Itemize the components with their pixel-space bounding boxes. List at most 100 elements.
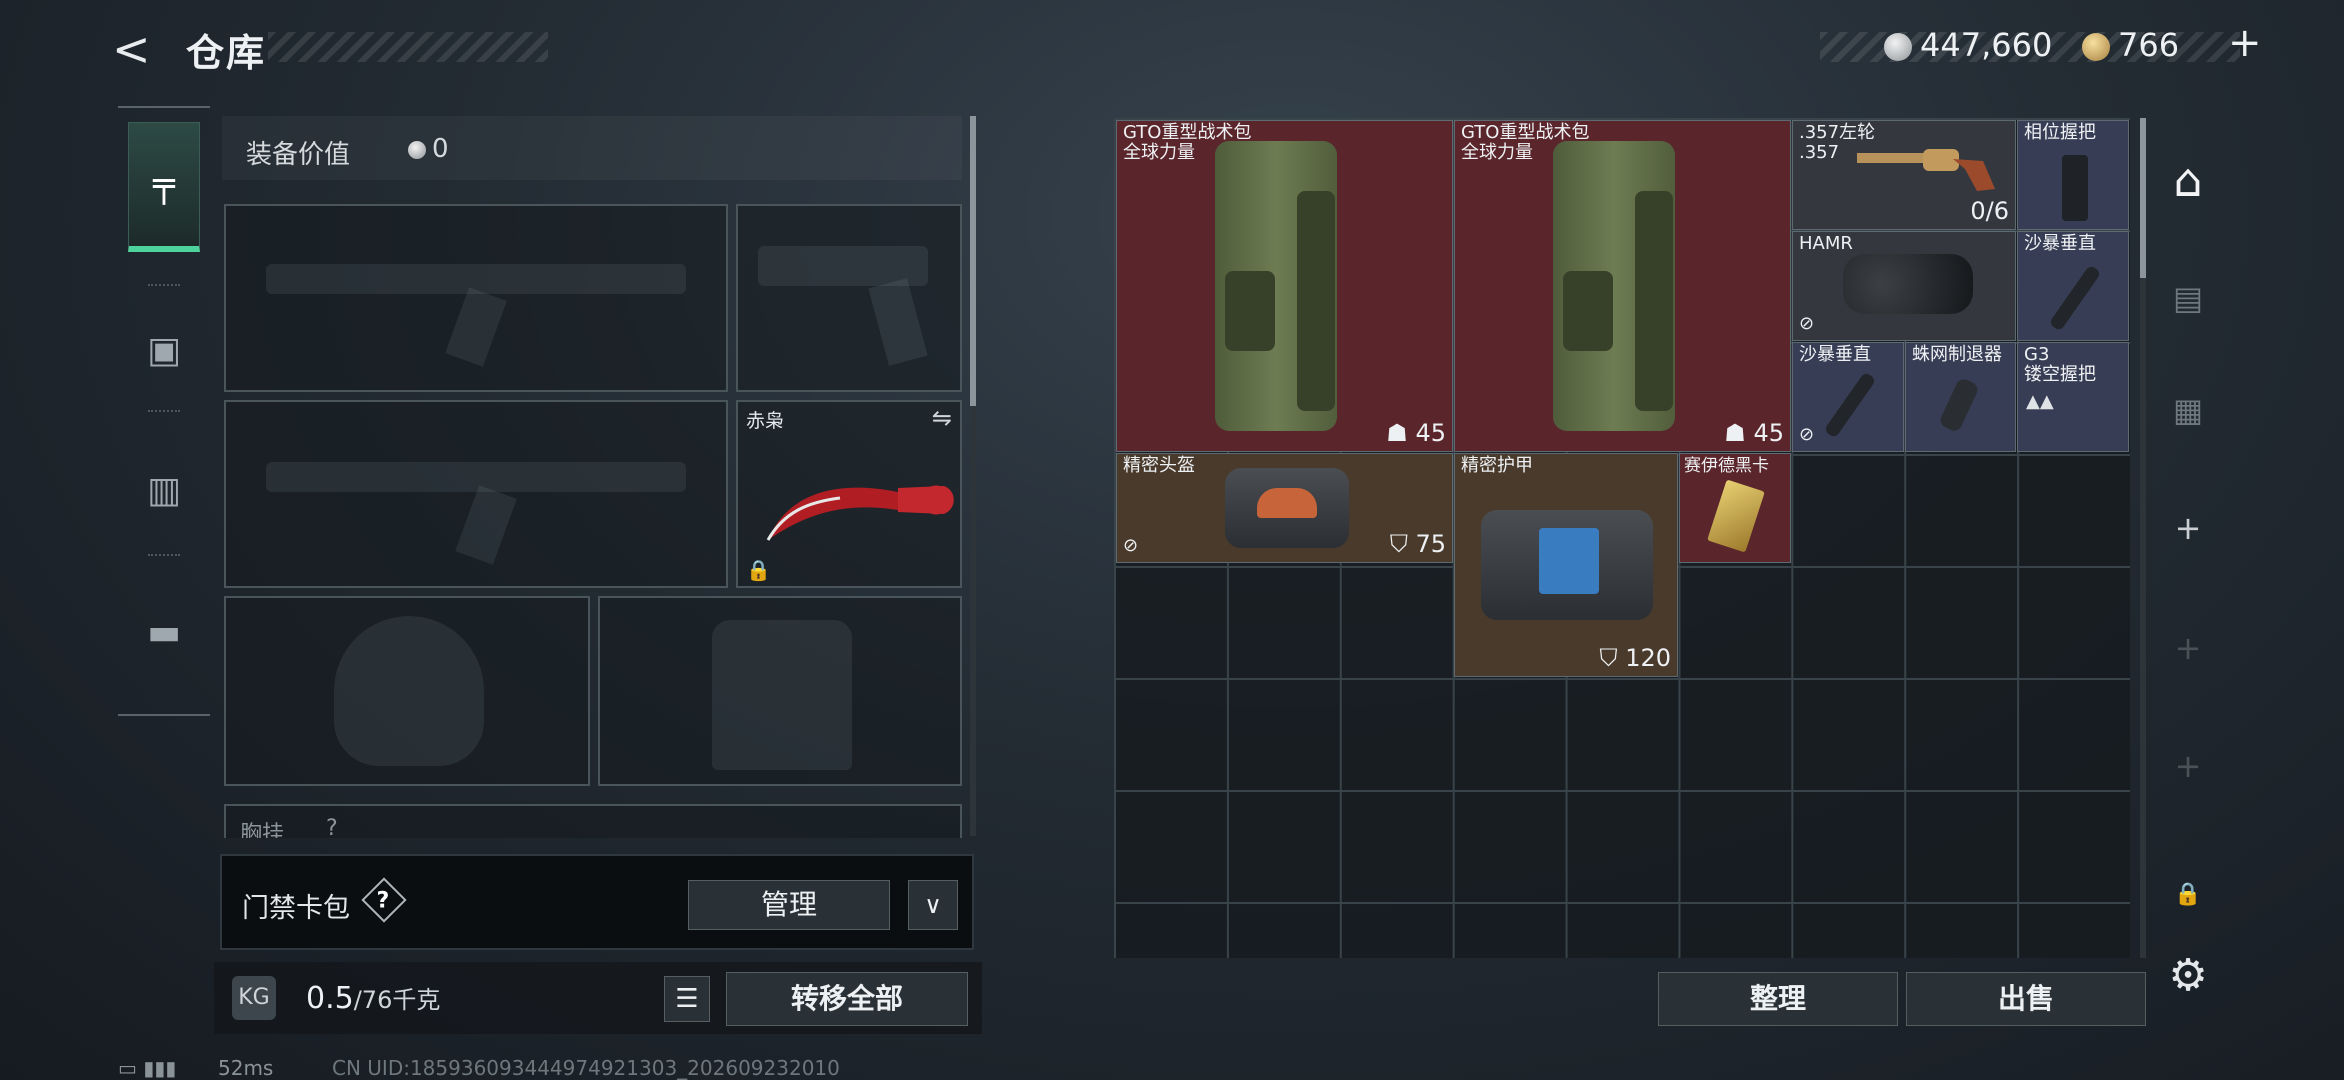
chest-rig-slot[interactable]: 胸挂 ? (224, 804, 962, 838)
nav-divider (148, 410, 180, 412)
storage-item-backpack[interactable]: GTO重型战术包 全球力量 ☗ 45 (1454, 120, 1791, 452)
nav-weapons[interactable]: ╤ (128, 122, 200, 252)
backpack-pouch (1563, 271, 1613, 351)
armor-slot[interactable] (598, 596, 962, 786)
rifle-magazine-silhouette (455, 485, 517, 565)
backpack-icon: ▣ (146, 329, 181, 371)
storage-item-keycard[interactable]: 赛伊德黑卡 (1679, 453, 1791, 563)
backpack-capacity-icon: ☗ (1724, 419, 1754, 447)
back-arrow-icon[interactable]: < (112, 24, 162, 74)
melee-name: 赤枭 (746, 410, 785, 432)
swap-icon[interactable]: ⇋ (932, 404, 952, 432)
tab-storage-4b[interactable]: ▦ (2158, 380, 2218, 440)
pistol-icon: ╤ (153, 164, 175, 205)
manage-button[interactable]: 管理 (688, 880, 890, 930)
help-icon[interactable]: ? (361, 877, 407, 923)
no-trade-icon: ⊘ (1799, 313, 1815, 334)
silver-currency-value: 447,660 (1920, 26, 2053, 64)
item-name: 蛛网制退器 (1912, 344, 2002, 365)
item-stat-value: 120 (1625, 644, 1671, 672)
storage-item-g3-grip[interactable]: G3 镂空握把 ▲▲ (2017, 342, 2129, 452)
weight-icon: KG (232, 976, 276, 1020)
item-subname: 全球力量 (1123, 142, 1195, 163)
suppressor-image (1823, 371, 1877, 439)
storage-scrollbar-thumb[interactable] (2140, 118, 2146, 278)
revolver-image (1857, 149, 1995, 191)
page-title: 仓库 (186, 31, 267, 75)
storage-item-suppressor[interactable]: 沙暴垂直 ⊘ (1792, 342, 1904, 452)
tab-storage-4[interactable]: ▤ (2158, 268, 2218, 328)
tab-locked[interactable]: 🔒 (2158, 864, 2218, 924)
helmet-silhouette-icon (334, 616, 484, 766)
nav-toolbox[interactable]: ▬ (128, 602, 200, 662)
keycard-wallet-label: 门禁卡包 (242, 893, 350, 924)
pistol-slot[interactable] (736, 204, 962, 392)
black-card-image (1707, 479, 1765, 553)
top-bar: < 仓库 447,660 766 + (0, 0, 2344, 100)
nav-backpack[interactable]: ▣ (128, 320, 200, 380)
vest-icon: ▥ (146, 469, 181, 511)
item-stat-value: 45 (1415, 419, 1446, 447)
add-currency-icon[interactable]: + (2228, 20, 2262, 66)
muzzle-brake-image (1938, 376, 1980, 434)
nav-divider (148, 284, 180, 286)
no-trade-icon: ⊘ (1799, 424, 1815, 445)
weight-max: /76千克 (353, 986, 441, 1014)
chest-rig-help: ? (326, 816, 338, 838)
storage-item-helmet[interactable]: 精密头盔 ⊘ ⛉ 75 (1116, 453, 1453, 563)
weight-bar: KG 0.5/76千克 ☰ 转移全部 (214, 962, 982, 1034)
triangle-icon: ▲▲ (2026, 391, 2054, 412)
gear-icon[interactable]: ⚙ (2160, 948, 2216, 1004)
ping-text: 52ms (218, 1056, 274, 1080)
item-name: GTO重型战术包 (1123, 122, 1252, 143)
storage-item-grip[interactable]: 相位握把 (2017, 120, 2129, 230)
tab-add-disabled[interactable]: + (2158, 736, 2218, 796)
plus-icon: + (2174, 747, 2202, 785)
transfer-all-button[interactable]: 转移全部 (726, 972, 968, 1026)
equipment-value-label: 装备价值 (246, 140, 351, 170)
equipment-value-number: 0 (432, 134, 449, 164)
melee-slot[interactable]: 赤枭 ⇋ 🔒 (736, 400, 962, 588)
equipment-value: 0 (408, 134, 449, 164)
nav-vest[interactable]: ▥ (128, 460, 200, 520)
title-decoration (268, 32, 548, 62)
tab-add[interactable]: + (2158, 498, 2218, 558)
storage-item-muzzle-brake[interactable]: 蛛网制退器 (1905, 342, 2016, 452)
storage-grid[interactable]: GTO重型战术包 全球力量 ☗ 45 GTO重型战术包 全球力量 ☗ 45 .3… (1114, 118, 2130, 958)
toolbox-icon: ▬ (146, 611, 181, 653)
item-name: 相位握把 (2024, 122, 2096, 143)
tab-add-disabled[interactable]: + (2158, 618, 2218, 678)
armor-silhouette-icon (712, 620, 852, 770)
durability-shield-icon: ⛉ (1389, 530, 1416, 558)
secondary-weapon-slot[interactable] (224, 400, 728, 588)
item-name: HAMR (1799, 233, 1853, 254)
storage-tabs: ⌂ ▤ ▦ + + + 🔒 (2150, 118, 2226, 958)
storage-item-armor[interactable]: 精密护甲 ⛉ 120 (1454, 453, 1678, 677)
rifle-silhouette-icon (266, 462, 686, 492)
chevron-down-icon[interactable]: ∨ (908, 880, 958, 930)
keycard-wallet-bar: 门禁卡包 ? 管理 ∨ (220, 854, 974, 950)
item-name: 精密头盔 (1123, 455, 1195, 476)
gold-coin-icon (2082, 33, 2110, 61)
list-icon[interactable]: ☰ (664, 976, 710, 1022)
item-stat: ⛉ 75 (1390, 530, 1446, 558)
suppressor-image (2048, 264, 2102, 332)
helmet-slot[interactable] (224, 596, 590, 786)
backpack-side-pouch (1297, 191, 1335, 411)
backpack-capacity-icon: ☗ (1386, 419, 1416, 447)
storage-item-revolver[interactable]: .357左轮 .357 0/6 (1792, 120, 2016, 230)
sell-button[interactable]: 出售 (1906, 972, 2146, 1026)
rifle-magazine-silhouette (445, 287, 507, 367)
sort-button[interactable]: 整理 (1658, 972, 1898, 1026)
item-name: 精密护甲 (1461, 455, 1533, 476)
tab-warehouse[interactable]: ⌂ (2158, 150, 2218, 210)
storage-item-suppressor[interactable]: 沙暴垂直 (2017, 231, 2129, 341)
equipment-scrollbar-thumb[interactable] (970, 116, 976, 406)
silver-currency: 447,660 (1884, 26, 2052, 64)
primary-weapon-slot[interactable] (224, 204, 728, 392)
item-name: 沙暴垂直 (2024, 233, 2096, 254)
storage-item-backpack[interactable]: GTO重型战术包 全球力量 ☗ 45 (1116, 120, 1453, 452)
storage-item-scope[interactable]: HAMR ⊘ (1792, 231, 2016, 341)
item-subname: 全球力量 (1461, 142, 1533, 163)
lock-icon: 🔒 (746, 558, 771, 582)
